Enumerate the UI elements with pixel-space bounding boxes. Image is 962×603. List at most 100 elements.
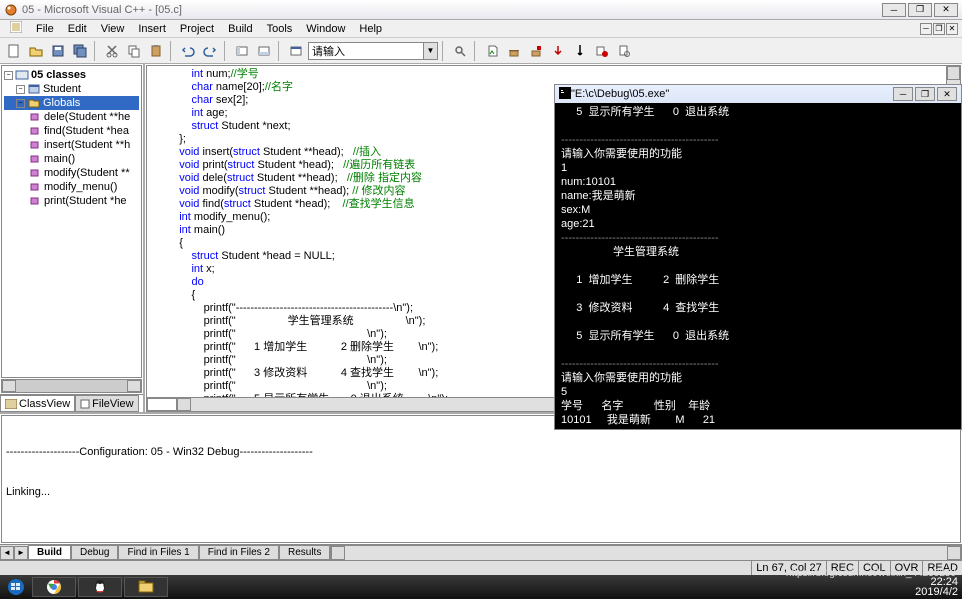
tree-item[interactable]: find(Student *hea — [4, 124, 139, 138]
new-icon[interactable] — [4, 41, 24, 61]
console-close[interactable]: ✕ — [937, 87, 957, 101]
output-tab-build[interactable]: Build — [28, 545, 71, 560]
tree-item[interactable]: modify_menu() — [4, 180, 139, 194]
mdi-restore[interactable]: ❐ — [933, 23, 945, 35]
tree-item[interactable]: print(Student *he — [4, 194, 139, 208]
console-body[interactable]: 5 显示所有学生 0 退出系统 ------------------------… — [555, 103, 961, 429]
save-icon[interactable] — [48, 41, 68, 61]
output-tab-results[interactable]: Results — [279, 545, 330, 560]
scroll-left-icon[interactable] — [177, 398, 191, 411]
func-icon — [28, 111, 42, 123]
expand-icon[interactable]: − — [16, 85, 25, 94]
scroll-right-icon[interactable] — [947, 546, 961, 560]
menu-view[interactable]: View — [95, 22, 131, 36]
scroll-right-icon[interactable] — [127, 380, 141, 392]
func-icon — [28, 125, 42, 137]
func-icon — [28, 139, 42, 151]
tree-item[interactable]: dele(Student **he — [4, 110, 139, 124]
redo-icon[interactable] — [200, 41, 220, 61]
paste-icon[interactable] — [146, 41, 166, 61]
console-window[interactable]: "E:\c\Debug\05.exe" ─ ❐ ✕ 5 显示所有学生 0 退出系… — [554, 84, 962, 430]
tree-item-label: Student — [43, 83, 81, 95]
breakpoint-icon[interactable] — [592, 41, 612, 61]
output-tab-debug[interactable]: Debug — [71, 545, 118, 560]
tree-item[interactable]: modify(Student ** — [4, 166, 139, 180]
tree-item[interactable]: insert(Student **h — [4, 138, 139, 152]
scroll-left-icon[interactable] — [2, 380, 16, 392]
explorer-icon[interactable] — [124, 577, 168, 597]
output-line: --------------------Configuration: 05 - … — [6, 446, 956, 458]
menu-build[interactable]: Build — [222, 22, 258, 36]
compile-icon[interactable] — [482, 41, 502, 61]
console-maximize[interactable]: ❐ — [915, 87, 935, 101]
menu-tools[interactable]: Tools — [261, 22, 299, 36]
func-icon — [28, 153, 42, 165]
open-icon[interactable] — [26, 41, 46, 61]
menu-insert[interactable]: Insert — [132, 22, 172, 36]
scroll-left-icon[interactable] — [331, 546, 345, 560]
collapse-icon[interactable]: − — [4, 71, 13, 80]
minimize-button[interactable]: ─ — [882, 3, 906, 17]
app-small-icon — [4, 20, 28, 37]
console-icon — [559, 87, 571, 102]
tab-scroll-right[interactable]: ► — [14, 546, 28, 560]
tree-root[interactable]: − 05 classes — [4, 68, 139, 82]
console-minimize[interactable]: ─ — [893, 87, 913, 101]
mdi-minimize[interactable]: ─ — [920, 23, 932, 35]
classview-tab[interactable]: ClassView — [0, 395, 75, 412]
expand-icon[interactable]: − — [16, 99, 25, 108]
tree-item[interactable]: − Student — [4, 82, 139, 96]
menu-edit[interactable]: Edit — [62, 22, 93, 36]
fileview-tab[interactable]: FileView — [75, 395, 138, 412]
start-button[interactable] — [2, 577, 30, 597]
split-handle[interactable] — [147, 398, 177, 411]
workspace-icon[interactable] — [232, 41, 252, 61]
output-icon[interactable] — [254, 41, 274, 61]
class-tree[interactable]: − 05 classes − Student−Globalsdele(Studen… — [1, 65, 142, 378]
output-tab-find1[interactable]: Find in Files 1 — [118, 545, 198, 560]
stop-build-icon[interactable] — [526, 41, 546, 61]
func-icon — [28, 181, 42, 193]
separator — [94, 41, 98, 61]
workspace-icon — [15, 69, 29, 81]
qq-icon[interactable] — [78, 577, 122, 597]
tree-item[interactable]: −Globals — [4, 96, 139, 110]
go-icon[interactable] — [570, 41, 590, 61]
maximize-button[interactable]: ❐ — [908, 3, 932, 17]
clock[interactable]: 22:242019/4/2 — [915, 577, 958, 597]
tree-item-label: dele(Student **he — [44, 111, 130, 123]
menu-help[interactable]: Help — [353, 22, 388, 36]
window-list-icon[interactable] — [286, 41, 306, 61]
execute-icon[interactable] — [548, 41, 568, 61]
find-combo[interactable]: 请输入 ▼ — [308, 42, 438, 60]
console-title-bar[interactable]: "E:\c\Debug\05.exe" ─ ❐ ✕ — [555, 85, 961, 103]
tree-hscroll[interactable] — [1, 379, 142, 393]
scroll-up-icon[interactable] — [947, 66, 960, 80]
output-tabs: ◄ ► Build Debug Find in Files 1 Find in … — [0, 544, 962, 560]
close-button[interactable]: ✕ — [934, 3, 958, 17]
output-content[interactable]: --------------------Configuration: 05 - … — [1, 415, 961, 543]
app-icon — [4, 3, 18, 17]
side-tabs: ClassView FileView — [0, 394, 143, 412]
save-all-icon[interactable] — [70, 41, 90, 61]
chrome-icon[interactable] — [32, 577, 76, 597]
build-icon[interactable] — [504, 41, 524, 61]
cut-icon[interactable] — [102, 41, 122, 61]
menu-project[interactable]: Project — [174, 22, 220, 36]
separator — [474, 41, 478, 61]
tab-scroll-left[interactable]: ◄ — [0, 546, 14, 560]
mdi-close[interactable]: ✕ — [946, 23, 958, 35]
menu-window[interactable]: Window — [300, 22, 351, 36]
output-area: --------------------Configuration: 05 - … — [0, 412, 962, 560]
output-line: Linking... — [6, 486, 956, 498]
class-icon — [27, 83, 41, 95]
copy-icon[interactable] — [124, 41, 144, 61]
chevron-down-icon[interactable]: ▼ — [423, 43, 437, 59]
find-in-files-icon[interactable] — [614, 41, 634, 61]
output-tab-find2[interactable]: Find in Files 2 — [199, 545, 279, 560]
menu-file[interactable]: File — [30, 22, 60, 36]
find-icon[interactable] — [450, 41, 470, 61]
undo-icon[interactable] — [178, 41, 198, 61]
combo-text: 请输入 — [309, 43, 423, 59]
tree-item[interactable]: main() — [4, 152, 139, 166]
